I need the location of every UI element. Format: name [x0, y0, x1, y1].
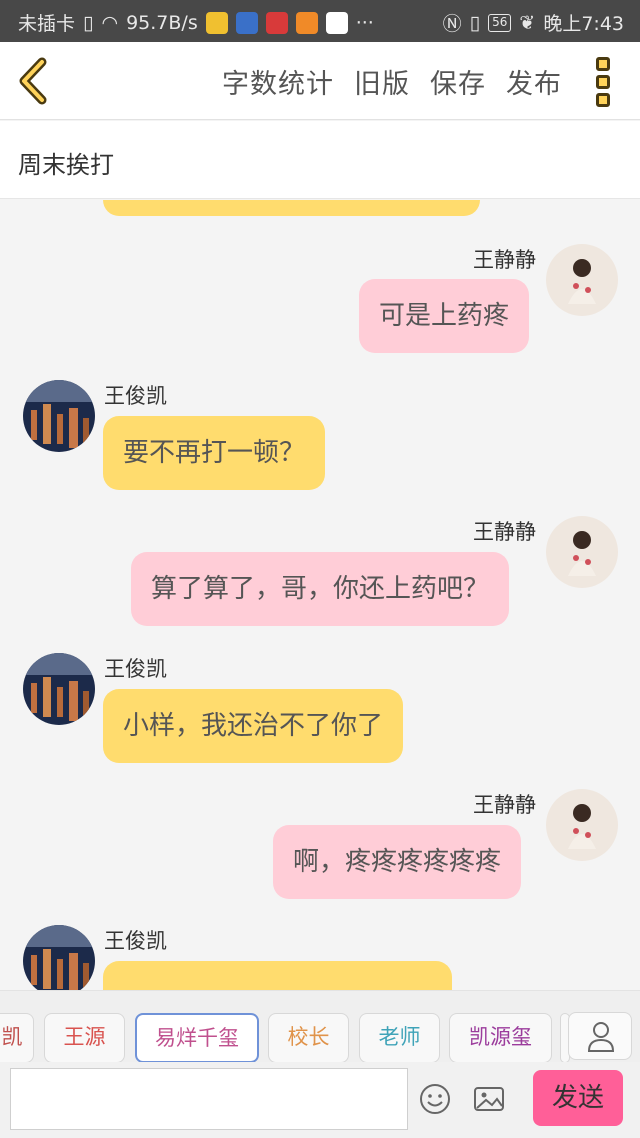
word-count-button[interactable]: 字数统计 [222, 62, 334, 101]
avatar-wangjunkai[interactable] [23, 925, 95, 990]
send-button[interactable]: 发送 [533, 1070, 623, 1126]
old-version-button[interactable]: 旧版 [354, 62, 410, 101]
speaker-name: 王俊凯 [104, 384, 167, 408]
role-chip[interactable]: 凯 [0, 1013, 34, 1063]
top-bar: 字数统计 旧版 保存 发布 [0, 42, 640, 120]
avatar-wangjunkai[interactable] [23, 380, 95, 452]
more-icon-dot [596, 93, 610, 107]
role-chip-selected[interactable]: 易烊千玺 [135, 1013, 259, 1063]
app-notification-icon [295, 11, 318, 34]
image-icon[interactable] [472, 1082, 506, 1116]
battery-icon: 56 [488, 13, 512, 32]
avatar-wangjingjing[interactable] [546, 244, 618, 316]
speaker-name: 王俊凯 [104, 657, 167, 681]
nfc-icon: Ⓝ [442, 13, 462, 35]
sim-alert-icon: ▯ [83, 11, 94, 34]
story-title-row[interactable]: 周末挨打 [0, 121, 640, 199]
message-bubble[interactable]: 算了算了，哥，你还上药吧？ [131, 552, 510, 626]
more-notifications-icon: ··· [355, 11, 374, 34]
status-bar: 未插卡 ▯ ◠ 95.7B/s ··· Ⓝ ▯ 56 ❦ 晚上7:43 [0, 0, 640, 42]
save-button[interactable]: 保存 [430, 62, 486, 101]
message-bubble[interactable]: 小样，我还治不了你了 [103, 689, 404, 763]
clock: 晚上7:43 [543, 13, 624, 35]
back-chevron-icon [19, 57, 47, 105]
publish-button[interactable]: 发布 [506, 62, 562, 101]
carrier-text: 未插卡 [18, 13, 76, 35]
speaker-name: 王静静 [473, 248, 536, 272]
add-role-button[interactable] [568, 1012, 632, 1060]
message-bubble[interactable]: 可是上药疼 [359, 279, 530, 353]
message-input[interactable] [10, 1068, 408, 1130]
more-button[interactable] [596, 57, 614, 107]
message-bubble[interactable]: 要不再打一顿？ [103, 416, 326, 490]
composer-bar: 发送 [0, 1062, 640, 1138]
avatar-wangjingjing[interactable] [546, 789, 618, 861]
chat-area[interactable]: 王静静 可是上药疼 王俊凯 要不再打一顿？ 王静静 算了算了，哥，你还上药吧？ … [0, 200, 640, 990]
app-notification-icon [265, 11, 288, 34]
leaf-icon: ❦ [519, 11, 536, 34]
speaker-name: 王静静 [473, 793, 536, 817]
message-bubble[interactable] [103, 961, 452, 990]
avatar-wangjunkai[interactable] [23, 653, 95, 725]
role-chip[interactable]: 老师 [359, 1013, 440, 1063]
wifi-icon: ◠ [101, 11, 119, 34]
role-chip[interactable]: 校长 [268, 1013, 349, 1063]
role-chip[interactable]: 王源 [44, 1013, 125, 1063]
app-notification-icon [205, 11, 228, 34]
avatar-wangjingjing[interactable] [546, 516, 618, 588]
speaker-name: 王静静 [473, 520, 536, 544]
message-bubble[interactable]: 啊，疼疼疼疼疼疼 [273, 825, 522, 899]
person-icon [587, 1022, 615, 1052]
qq-icon [325, 11, 348, 34]
speaker-name: 王俊凯 [104, 929, 167, 953]
app-notification-icon [235, 11, 258, 34]
more-icon-dot [596, 75, 610, 89]
emoji-icon[interactable] [418, 1082, 452, 1116]
story-title: 周末挨打 [18, 151, 114, 179]
vibrate-icon: ▯ [469, 11, 481, 34]
role-chip[interactable]: 凯源玺 [449, 1013, 552, 1063]
more-icon [596, 57, 610, 71]
network-speed: 95.7B/s [126, 11, 198, 34]
message-bubble-partial[interactable] [103, 200, 480, 216]
back-button[interactable] [14, 56, 58, 106]
